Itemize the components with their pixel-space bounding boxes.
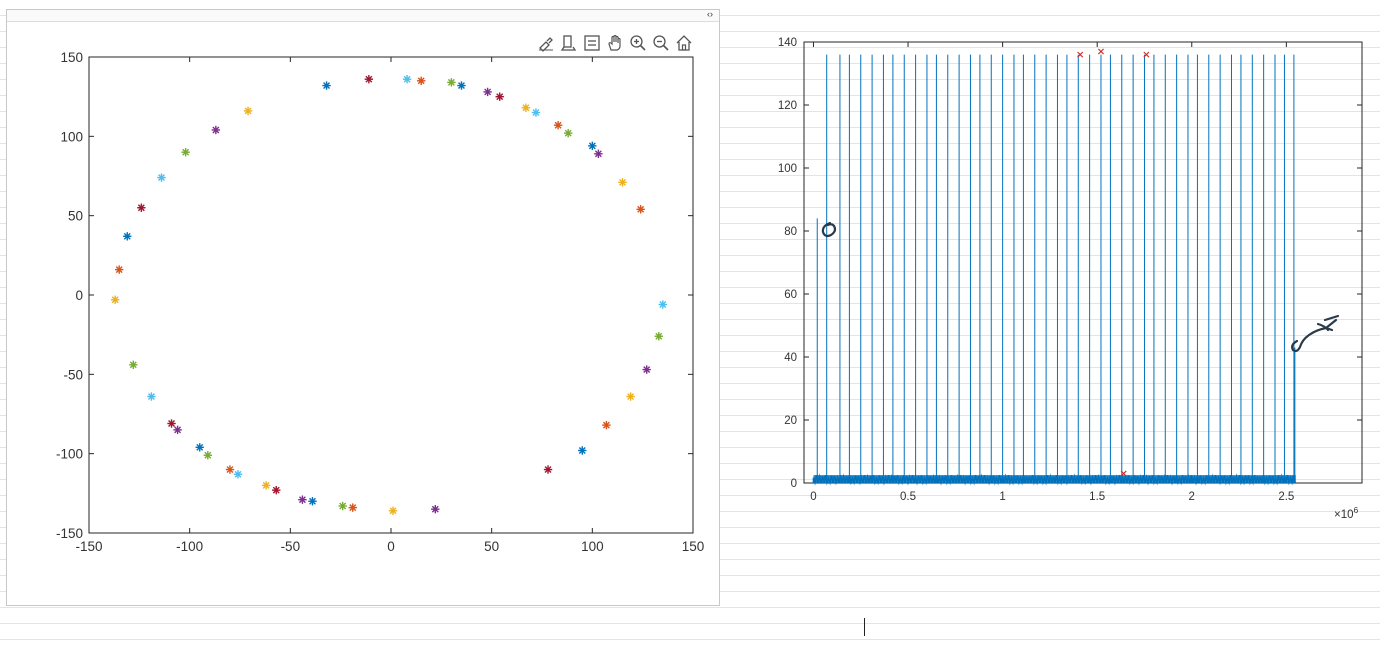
scatter-point xyxy=(626,392,635,401)
scatter-point xyxy=(173,425,182,435)
y-tick-label: 0 xyxy=(791,478,797,490)
scatter-point xyxy=(483,87,492,97)
y-tick-label: 150 xyxy=(60,50,83,65)
scatter-point xyxy=(388,506,398,515)
scatter-point xyxy=(594,149,603,158)
scatter-point xyxy=(521,103,531,112)
y-tick-label: 100 xyxy=(60,129,83,144)
handwritten-arrow-annotation xyxy=(1291,314,1340,353)
scatter-point xyxy=(167,419,176,428)
scatter-point xyxy=(322,81,331,90)
y-tick-label: 80 xyxy=(784,226,797,238)
scatter-point xyxy=(563,128,573,138)
x-tick-label: 2 xyxy=(1189,491,1195,503)
y-tick-label: -100 xyxy=(56,447,83,462)
y-tick-label: -50 xyxy=(63,367,83,382)
y-tick-label: 50 xyxy=(68,209,83,224)
scatter-point xyxy=(618,178,627,187)
scatter-point xyxy=(348,503,357,512)
x-tick-label: 0 xyxy=(810,491,816,503)
scatter-chart: -150 -100 -50 0 50 100 150 150 100 50 0 -50 -100 -150 xyxy=(56,50,705,554)
scatter-point xyxy=(211,125,221,135)
scatter-point xyxy=(123,232,132,241)
scatter-point xyxy=(447,78,456,87)
scatter-point xyxy=(181,148,190,157)
scatter-point xyxy=(431,505,440,514)
scatter-point xyxy=(110,295,120,304)
spike-line-chart: 0 0.5 1 1.5 2 2.5 0 20 40 60 80 100 120 140 ×106 xyxy=(778,37,1363,521)
x-tick-label: 0.5 xyxy=(900,491,916,503)
scatter-point xyxy=(298,495,307,504)
scatter-point xyxy=(129,360,138,370)
y-tick-label: 40 xyxy=(784,352,797,364)
scatter-point xyxy=(578,446,587,455)
scatter-point xyxy=(338,501,347,511)
scatter-point xyxy=(602,420,611,430)
figure-panel: ‹› -150 -100 -50 0 50 100 150 150 100 50 0 -50 -100-… xyxy=(6,9,720,606)
x-tick-label: 1 xyxy=(999,491,1005,503)
scatter-point xyxy=(137,203,146,212)
y-tick-label: 100 xyxy=(778,163,797,175)
y-tick-label: -150 xyxy=(56,526,83,541)
scatter-point xyxy=(588,141,597,151)
plot-frame xyxy=(803,41,1363,484)
x-marker xyxy=(1143,51,1150,58)
scatter-point xyxy=(147,392,156,401)
handwritten-circle-annotation xyxy=(821,221,837,238)
y-tick-label: 0 xyxy=(75,288,83,303)
x-marker xyxy=(1097,48,1104,55)
scatter-point xyxy=(203,451,212,460)
scatter-point xyxy=(654,332,663,341)
scatter-point xyxy=(261,481,271,490)
x-tick-label: 100 xyxy=(581,539,604,554)
scatter-point xyxy=(308,497,317,506)
plot-frame xyxy=(88,56,694,534)
x-tick-label: 0 xyxy=(387,539,395,554)
scatter-point xyxy=(243,106,253,116)
noise-band xyxy=(813,475,1296,483)
scatter-point xyxy=(658,300,667,309)
y-tick-label: 140 xyxy=(778,37,797,49)
scatter-point xyxy=(417,76,426,85)
scatter-point xyxy=(157,173,166,182)
x-exponent-label: ×106 xyxy=(1334,505,1359,521)
scatter-point xyxy=(457,81,466,90)
y-tick-label: 120 xyxy=(778,100,797,112)
x-tick-label: 150 xyxy=(682,539,705,554)
scatter-point xyxy=(636,205,645,214)
x-marker xyxy=(1077,51,1084,58)
x-tick-label: -150 xyxy=(75,539,102,554)
x-tick-label: -100 xyxy=(176,539,203,554)
scatter-point xyxy=(495,92,504,101)
x-tick-label: 50 xyxy=(484,539,499,554)
scatter-point xyxy=(195,443,204,452)
scatter-point xyxy=(543,465,553,474)
x-tick-label: 2.5 xyxy=(1278,491,1294,503)
text-cursor xyxy=(864,618,865,636)
x-tick-label: -50 xyxy=(281,539,301,554)
scatter-point xyxy=(272,485,281,495)
scatter-point xyxy=(553,121,563,130)
y-tick-label: 60 xyxy=(784,289,797,301)
y-tick-label: 20 xyxy=(784,415,797,427)
scatter-point xyxy=(642,365,651,374)
scatter-point xyxy=(531,108,541,117)
scatter-point xyxy=(115,265,124,274)
scatter-point xyxy=(225,465,235,474)
x-tick-label: 1.5 xyxy=(1089,491,1105,503)
scatter-point xyxy=(402,75,412,84)
scatter-point xyxy=(364,75,374,84)
scatter-point xyxy=(233,470,243,479)
